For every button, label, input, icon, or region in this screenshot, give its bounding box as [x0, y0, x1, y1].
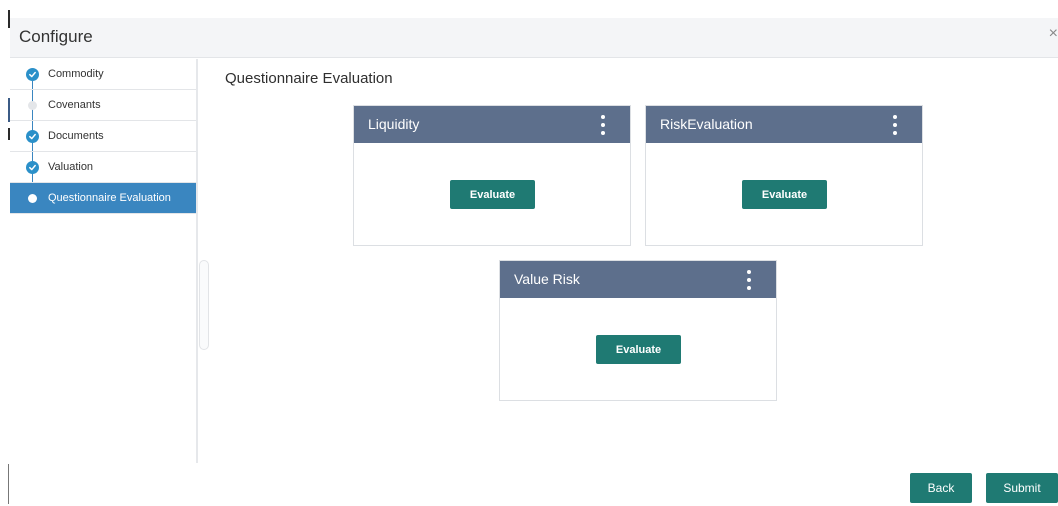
more-options-icon[interactable] — [892, 115, 898, 135]
step-documents[interactable]: Documents — [10, 121, 196, 152]
evaluate-button[interactable]: Evaluate — [450, 180, 535, 209]
step-label: Covenants — [48, 99, 101, 111]
step-label: Valuation — [48, 161, 94, 173]
more-options-icon[interactable] — [600, 115, 606, 135]
page-edge-mark — [8, 464, 9, 504]
card-title: Value Risk — [514, 271, 580, 287]
card-riskevaluation: RiskEvaluation Evaluate — [645, 105, 923, 246]
step-valuation[interactable]: Valuation — [10, 152, 196, 183]
check-icon — [26, 130, 39, 143]
step-label: Commodity — [48, 68, 104, 80]
close-icon[interactable]: × — [1049, 25, 1058, 43]
step-questionnaire-evaluation[interactable]: Questionnaire Evaluation — [10, 183, 196, 214]
step-commodity[interactable]: Commodity — [10, 59, 196, 90]
step-label: Documents — [48, 130, 104, 142]
configure-dialog: Configure × Commodity Covenants Document… — [0, 0, 1058, 506]
current-dot-icon — [28, 194, 37, 203]
evaluate-button[interactable]: Evaluate — [596, 335, 681, 364]
card-header: Liquidity — [354, 106, 630, 143]
check-icon — [26, 161, 39, 174]
card-header: RiskEvaluation — [646, 106, 922, 143]
dialog-header: Configure × — [10, 18, 1058, 58]
card-header: Value Risk — [500, 261, 776, 298]
evaluate-button[interactable]: Evaluate — [742, 180, 827, 209]
back-button[interactable]: Back — [910, 473, 972, 503]
step-list: Commodity Covenants Documents Valuation — [10, 59, 196, 214]
card-title: RiskEvaluation — [660, 116, 753, 132]
step-label: Questionnaire Evaluation — [48, 192, 171, 204]
panel-resize-handle[interactable] — [199, 260, 209, 350]
step-sidebar: Commodity Covenants Documents Valuation — [10, 59, 198, 463]
section-title: Questionnaire Evaluation — [225, 70, 393, 87]
dialog-title: Configure — [19, 27, 93, 46]
more-options-icon[interactable] — [746, 270, 752, 290]
card-value-risk: Value Risk Evaluate — [499, 260, 777, 401]
card-liquidity: Liquidity Evaluate — [353, 105, 631, 246]
submit-button[interactable]: Submit — [986, 473, 1058, 503]
pending-dot-icon — [28, 101, 37, 110]
step-covenants[interactable]: Covenants — [10, 90, 196, 121]
card-title: Liquidity — [368, 116, 420, 132]
check-icon — [26, 68, 39, 81]
